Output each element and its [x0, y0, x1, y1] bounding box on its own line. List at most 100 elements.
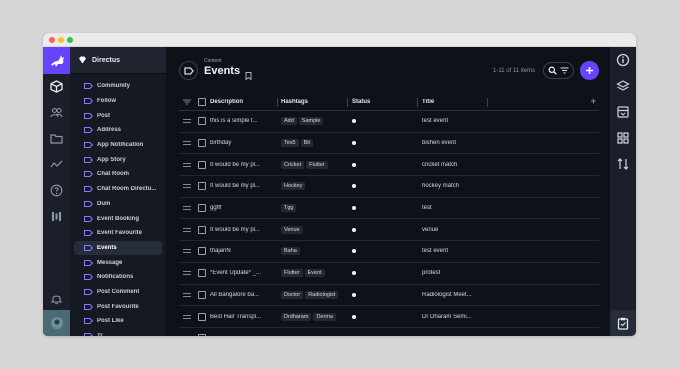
sort-icon[interactable]: [616, 157, 630, 171]
column-header-hashtags[interactable]: Hashtags: [279, 99, 349, 105]
directus-logo[interactable]: [43, 47, 70, 74]
column-header-status[interactable]: Status: [349, 99, 419, 105]
drag-handle-icon[interactable]: [179, 162, 195, 167]
nav-item-app-notification[interactable]: App Notification: [74, 138, 162, 153]
table-row[interactable]: All Bangalore ba... Doctor Radiologist Radi…: [179, 285, 599, 307]
user-avatar[interactable]: [43, 310, 70, 336]
nav-item-community[interactable]: Community: [74, 79, 162, 94]
drag-handle-icon[interactable]: [179, 227, 195, 232]
bell-icon[interactable]: [50, 292, 63, 305]
nav-item-event-booking[interactable]: Event Booking: [74, 211, 162, 226]
column-divider[interactable]: [347, 98, 348, 107]
nav-item-address[interactable]: Address: [74, 123, 162, 138]
nav-item-chat-room[interactable]: Chat Room: [74, 167, 162, 182]
row-checkbox[interactable]: [198, 117, 206, 126]
activity-icon[interactable]: [50, 158, 63, 171]
nav-item-post-like[interactable]: Post Like: [74, 314, 162, 329]
settings-icon[interactable]: [50, 210, 63, 223]
table-row[interactable]: It would be my pl... Hockey hockey match: [179, 176, 599, 198]
create-item-button[interactable]: [580, 61, 599, 80]
nav-item-post-favourite[interactable]: Post Favourite: [74, 299, 162, 314]
nav-item-notifications[interactable]: Notifications: [74, 270, 162, 285]
add-column-icon[interactable]: +: [591, 96, 596, 106]
column-header-title[interactable]: Title: [419, 99, 489, 105]
dashboard-icon[interactable]: [616, 131, 630, 145]
cell-status: [349, 314, 419, 319]
table-row[interactable]: *Event Update* _... Flutter Event protest: [179, 263, 599, 285]
bookmark-icon[interactable]: [245, 67, 252, 81]
nav-item-label: Notifications: [97, 274, 134, 281]
cell-title: bishen event: [422, 140, 457, 147]
collection-label-icon: [84, 259, 93, 266]
table-row[interactable]: [179, 328, 599, 336]
drag-handle-icon[interactable]: [179, 314, 195, 319]
nav-item-post[interactable]: Post: [74, 108, 162, 123]
row-checkbox[interactable]: [198, 225, 206, 234]
row-checkbox[interactable]: [198, 269, 206, 278]
info-icon[interactable]: [616, 53, 630, 67]
nav-item-message[interactable]: Message: [74, 255, 162, 270]
hashtag-chip: Radiologist: [305, 290, 339, 299]
table-row[interactable]: It would be my pl... Venue venue: [179, 219, 599, 242]
table-row[interactable]: ggfff Tgg test: [179, 198, 599, 220]
filter-icon[interactable]: [560, 66, 569, 75]
table-row[interactable]: It would be my pl... Cricket Flutter cricke…: [179, 154, 599, 177]
nav-item-label: Chat Room: [97, 171, 129, 178]
users-icon[interactable]: [50, 106, 63, 119]
maximize-window-button[interactable]: [67, 37, 73, 43]
nav-item-app-story[interactable]: App Story: [74, 152, 162, 167]
nav-item-tr[interactable]: Tr...: [74, 329, 162, 336]
drag-handle-icon[interactable]: [179, 292, 195, 297]
row-checkbox[interactable]: [198, 247, 206, 256]
box-icon[interactable]: [50, 80, 63, 93]
drag-handle-icon[interactable]: [179, 249, 195, 254]
row-checkbox[interactable]: [198, 182, 206, 191]
collection-label-icon: [84, 244, 93, 251]
row-checkbox[interactable]: [198, 139, 206, 148]
table-row[interactable]: thajanN Baha test event: [179, 241, 599, 263]
nav-item-event-favourite[interactable]: Event Favourite: [74, 226, 162, 241]
breadcrumb[interactable]: Content: [204, 58, 222, 64]
search-icon[interactable]: [548, 66, 558, 75]
module-bar: [43, 47, 70, 336]
nav-item-events[interactable]: Events: [74, 240, 162, 256]
table-row[interactable]: this is a simple t... Add Sample test event: [179, 111, 599, 133]
project-header[interactable]: Directus: [70, 47, 166, 74]
column-divider[interactable]: [487, 98, 488, 107]
clipboard-icon[interactable]: [610, 310, 636, 336]
row-checkbox[interactable]: [198, 204, 206, 213]
status-dot: [352, 292, 356, 297]
column-settings-icon[interactable]: [179, 99, 195, 105]
nav-item-follow[interactable]: Follow: [74, 94, 162, 109]
close-window-button[interactable]: [49, 37, 55, 43]
diamond-icon: [79, 56, 86, 64]
back-button[interactable]: [179, 61, 198, 80]
bookmark-import-icon[interactable]: [616, 105, 630, 119]
table-row[interactable]: Best Hair Transpl... Drdharam Derma Dr Dhar…: [179, 306, 599, 328]
cell-status: [349, 184, 419, 189]
row-checkbox[interactable]: [198, 290, 206, 299]
row-checkbox[interactable]: [198, 160, 206, 169]
drag-handle-icon[interactable]: [179, 141, 195, 146]
column-divider[interactable]: [417, 98, 418, 107]
nav-item-dum[interactable]: Dum: [74, 197, 162, 212]
row-checkbox[interactable]: [198, 334, 206, 336]
table-row[interactable]: birthday Tes5 Bit bishen event: [179, 133, 599, 155]
drag-handle-icon[interactable]: [179, 206, 195, 211]
folder-icon[interactable]: [50, 132, 63, 145]
column-header-description[interactable]: Description: [209, 99, 279, 105]
row-checkbox[interactable]: [198, 312, 206, 321]
item-count: 1-11 of 11 items: [493, 68, 536, 74]
nav-item-chat-room-directu[interactable]: Chat Room Directu...: [74, 182, 162, 197]
drag-handle-icon[interactable]: [179, 119, 195, 124]
column-divider[interactable]: [277, 98, 278, 107]
status-dot: [352, 227, 356, 232]
nav-item-post-comment[interactable]: Post Comment: [74, 285, 162, 300]
project-name: Directus: [92, 56, 121, 64]
drag-handle-icon[interactable]: [179, 184, 195, 189]
drag-handle-icon[interactable]: [179, 271, 195, 276]
select-all-checkbox[interactable]: [198, 98, 206, 106]
help-icon[interactable]: [50, 184, 63, 197]
layers-icon[interactable]: [616, 79, 630, 93]
minimize-window-button[interactable]: [58, 37, 64, 43]
